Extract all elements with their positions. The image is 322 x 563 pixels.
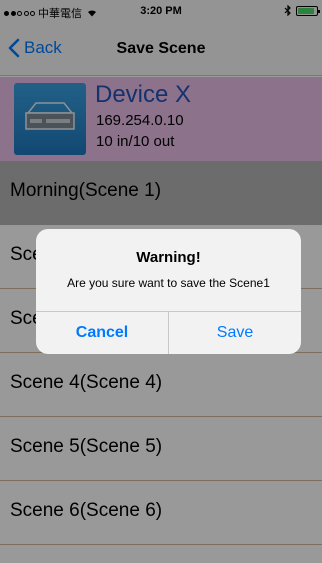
- save-button[interactable]: Save: [169, 312, 301, 354]
- cancel-button[interactable]: Cancel: [36, 312, 169, 354]
- alert-title: Warning!: [136, 249, 201, 266]
- alert-button-row: Cancel Save: [36, 311, 301, 354]
- alert-message: Are you sure want to save the Scene1: [67, 276, 270, 290]
- warning-alert-dialog: Warning! Are you sure want to save the S…: [36, 229, 301, 354]
